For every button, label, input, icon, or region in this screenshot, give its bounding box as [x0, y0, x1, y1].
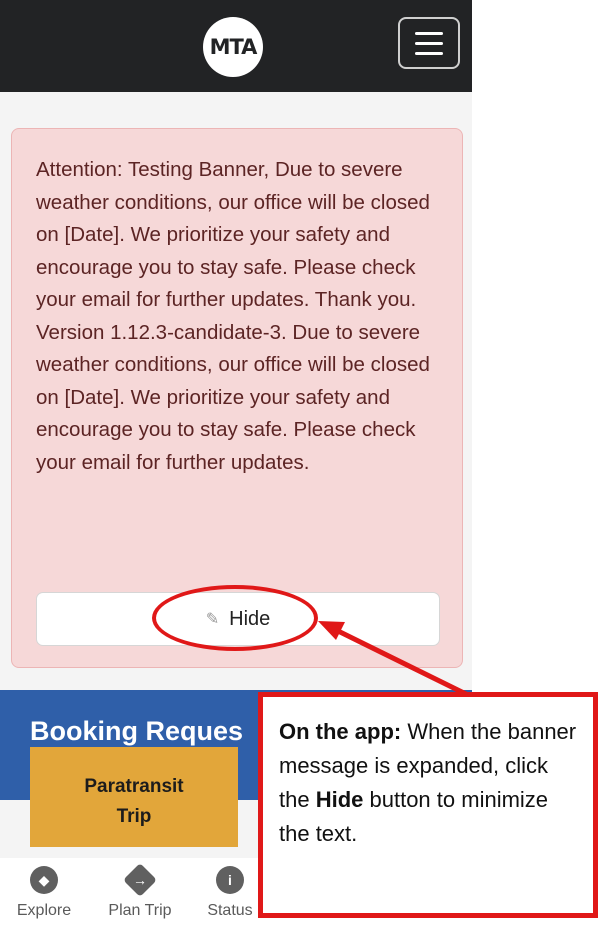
trip-card-line1: Paratransit: [84, 776, 184, 797]
annotation-callout: On the app: When the banner message is e…: [258, 692, 598, 918]
highlight-ellipse: [152, 585, 318, 651]
compass-icon: ◆: [30, 866, 58, 894]
callout-bold-word: Hide: [315, 787, 364, 812]
alert-message: Attention: Testing Banner, Due to severe…: [36, 158, 430, 474]
paratransit-trip-card[interactable]: Paratransit Trip: [30, 747, 238, 847]
mta-logo: MTA: [203, 17, 263, 77]
nav-item-plan-trip[interactable]: → Plan Trip: [90, 863, 190, 920]
trip-card-line2: Trip: [116, 806, 152, 827]
nav-item-explore[interactable]: ◆ Explore: [0, 866, 94, 920]
hamburger-menu-button[interactable]: [398, 17, 460, 69]
hamburger-icon: [415, 31, 443, 35]
nav-label-status: Status: [207, 902, 253, 919]
nav-label-plan-trip: Plan Trip: [108, 902, 172, 919]
callout-lead: On the app:: [279, 719, 402, 744]
top-navbar: MTA: [0, 0, 472, 92]
directions-icon: →: [123, 863, 157, 897]
booking-title: Booking Reques: [30, 716, 244, 746]
nav-label-explore: Explore: [16, 902, 72, 919]
info-icon: i: [216, 866, 244, 894]
